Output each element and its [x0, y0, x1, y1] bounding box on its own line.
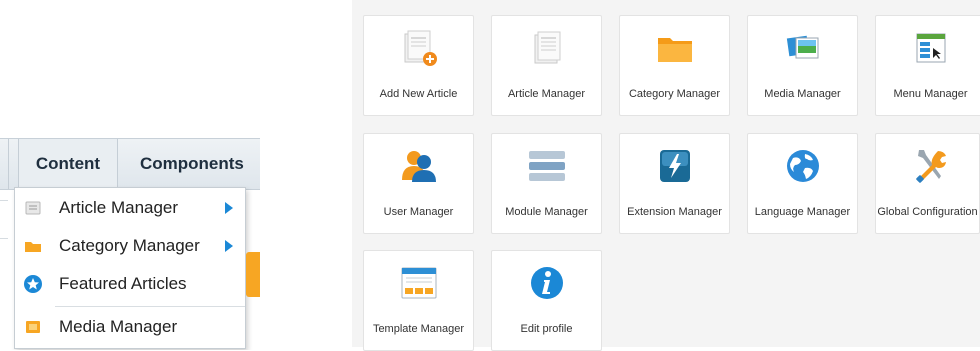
- module-icon: [529, 151, 565, 181]
- media-icon: [26, 321, 40, 333]
- quickicon-label: Add New Article: [379, 88, 458, 100]
- menu-tab-components[interactable]: Components: [140, 139, 244, 189]
- quickicon-module-manager[interactable]: Module Manager: [491, 133, 602, 234]
- quickicon-edit-profile[interactable]: Edit profile: [491, 250, 602, 351]
- quickicon-grid: Add New Article Article Manager Category…: [352, 0, 980, 351]
- quickicon-label: Article Manager: [507, 88, 586, 100]
- background-folder-icon: [246, 252, 260, 297]
- quickicon-label: Menu Manager: [893, 88, 968, 100]
- menu-item-media-manager[interactable]: Media Manager: [15, 309, 245, 345]
- submenu-arrow-icon: [225, 240, 233, 252]
- admin-menubar: Content Components: [0, 138, 260, 190]
- info-icon: [531, 267, 563, 299]
- folder-icon: [25, 242, 41, 252]
- menu-icon: [916, 33, 946, 63]
- quickicon-category-manager[interactable]: Category Manager: [619, 15, 730, 116]
- quickicon-label: Extension Manager: [627, 206, 722, 218]
- quickicon-label: Module Manager: [505, 206, 588, 218]
- add-article-icon: [404, 30, 437, 66]
- tools-icon: [916, 150, 946, 183]
- menu-item-label: Featured Articles: [59, 274, 187, 293]
- quickicon-media-manager[interactable]: Media Manager: [747, 15, 858, 116]
- user-icon: [402, 151, 436, 182]
- folder-icon: [658, 38, 692, 62]
- globe-icon: [787, 150, 819, 182]
- quickicon-menu-manager[interactable]: Menu Manager: [875, 15, 980, 116]
- article-manager-icon: [534, 31, 561, 64]
- quickicon-label: Language Manager: [754, 206, 851, 218]
- quickicon-label: Template Manager: [372, 323, 465, 335]
- quickicon-label: Category Manager: [628, 88, 721, 100]
- quickicon-user-manager[interactable]: User Manager: [363, 133, 474, 234]
- media-icon: [786, 35, 819, 59]
- menu-item-category-manager[interactable]: Category Manager: [15, 228, 245, 264]
- quickicon-article-manager[interactable]: Article Manager: [491, 15, 602, 116]
- menu-item-label: Article Manager: [59, 198, 179, 217]
- submenu-arrow-icon: [225, 202, 233, 214]
- menu-item-label: Media Manager: [59, 317, 178, 336]
- star-icon: [24, 275, 42, 293]
- menu-item-article-manager[interactable]: Article Manager: [15, 190, 245, 226]
- quickicon-label: Media Manager: [764, 88, 841, 100]
- quickicon-label: Global Configuration: [877, 206, 978, 218]
- quickicon-label: Edit profile: [520, 323, 573, 335]
- menu-item-featured-articles[interactable]: Featured Articles: [15, 266, 245, 302]
- content-dropdown: Article Manager Category Manager Feature…: [14, 187, 246, 349]
- content-menu-panel: Content Components Article Manager Categ…: [0, 130, 260, 350]
- menubar-divider: [8, 139, 9, 189]
- menu-item-label: Category Manager: [59, 236, 200, 255]
- menu-tab-content[interactable]: Content: [18, 139, 118, 189]
- quickicon-global-configuration[interactable]: Global Configuration: [875, 133, 980, 234]
- quickicon-add-new-article[interactable]: Add New Article: [363, 15, 474, 116]
- template-icon: [401, 267, 437, 299]
- article-icon: [25, 201, 41, 215]
- quickicon-label: User Manager: [383, 206, 454, 218]
- quickicon-template-manager[interactable]: Template Manager: [363, 250, 474, 351]
- quickicon-extension-manager[interactable]: Extension Manager: [619, 133, 730, 234]
- quickicon-language-manager[interactable]: Language Manager: [747, 133, 858, 234]
- extension-icon: [660, 150, 690, 182]
- menu-divider: [55, 306, 245, 307]
